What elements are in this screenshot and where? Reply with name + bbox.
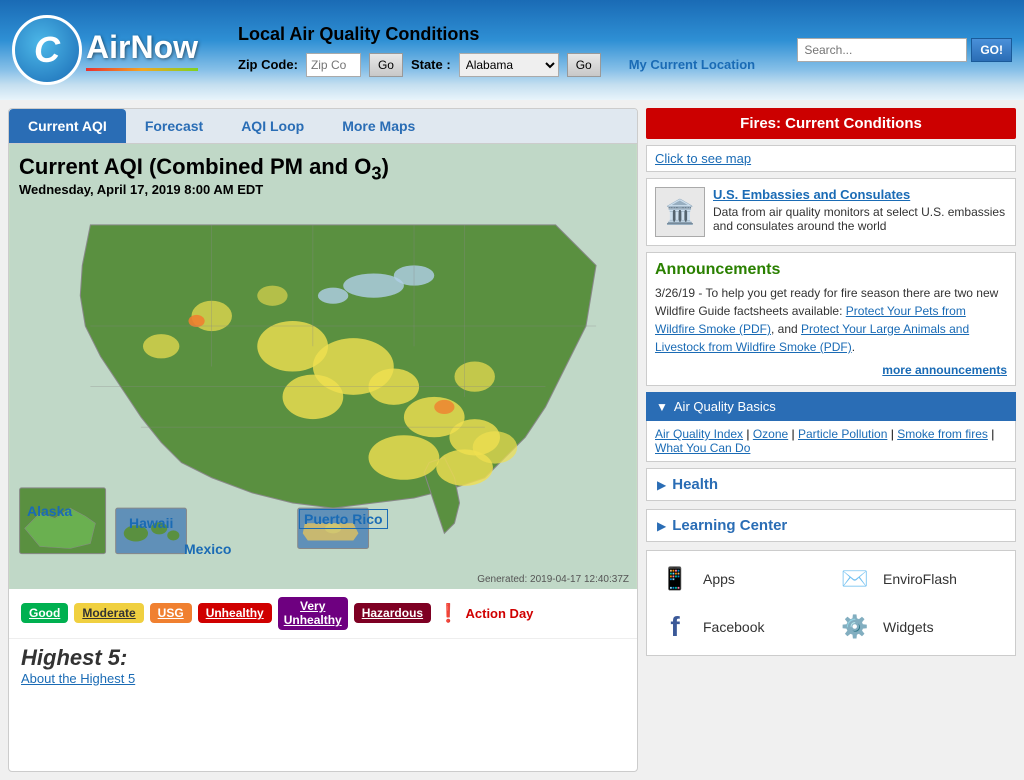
announcements-box: Announcements 3/26/19 - To help you get … [646, 252, 1016, 386]
embassy-desc: Data from air quality monitors at select… [713, 205, 1007, 233]
map-subtitle: Wednesday, April 17, 2019 8:00 AM EDT [19, 182, 263, 197]
enviroflash-item[interactable]: ✉️ EnviroFlash [835, 559, 1007, 599]
embassy-text: U.S. Embassies and Consulates Data from … [713, 187, 1007, 233]
health-collapsible[interactable]: ▶ Health [646, 468, 1016, 501]
aq-link-what[interactable]: What You Can Do [655, 441, 750, 455]
legend-usg[interactable]: USG [150, 603, 192, 623]
embassy-icon: 🏛️ [655, 187, 705, 237]
apps-item[interactable]: 📱 Apps [655, 559, 827, 599]
location-row: Zip Code: Go State : Alabama Alaska Ariz… [238, 53, 797, 77]
learning-center-label: Learning Center [672, 517, 787, 534]
logo-text: AirNow [86, 29, 198, 66]
announcements-text: 3/26/19 - To help you get ready for fire… [655, 284, 1007, 356]
map-generated: Generated: 2019-04-17 12:40:37Z [477, 574, 629, 585]
legend-hazardous[interactable]: Hazardous [354, 603, 431, 623]
aq-link-smoke[interactable]: Smoke from fires [897, 427, 988, 441]
legend-very-unhealthy[interactable]: VeryUnhealthy [278, 597, 348, 630]
page-title: Local Air Quality Conditions [238, 24, 797, 45]
widgets-item[interactable]: ⚙️ Widgets [835, 607, 1007, 647]
legend-moderate[interactable]: Moderate [74, 603, 143, 623]
learning-center-collapsible[interactable]: ▶ Learning Center [646, 509, 1016, 542]
logo-area: C AirNow [12, 15, 198, 85]
tab-current-aqi[interactable]: Current AQI [9, 109, 126, 143]
facebook-label: Facebook [703, 619, 764, 635]
action-day-label: Action Day [466, 606, 534, 621]
action-day-icon: ❗ [437, 603, 459, 624]
fires-box: Fires: Current Conditions [646, 108, 1016, 139]
map-container: Current AQI (Combined PM and O3) Wednesd… [9, 144, 637, 589]
header-center: Local Air Quality Conditions Zip Code: G… [238, 24, 797, 77]
fires-link[interactable]: Click to see map [655, 151, 751, 166]
logo-c-letter: C [34, 29, 60, 71]
tab-aqi-loop[interactable]: AQI Loop [222, 109, 323, 143]
facebook-icon: f [655, 607, 695, 647]
legend-row: Good Moderate USG Unhealthy VeryUnhealth… [9, 589, 637, 638]
mexico-label: Mexico [184, 541, 231, 557]
aq-link-index[interactable]: Air Quality Index [655, 427, 743, 441]
tab-more-maps[interactable]: More Maps [323, 109, 434, 143]
embassy-box: 🏛️ U.S. Embassies and Consulates Data fr… [646, 178, 1016, 246]
header-right: GO! [797, 38, 1012, 62]
highest-section: Highest 5: About the Highest 5 [9, 638, 637, 692]
bottom-icons: 📱 Apps ✉️ EnviroFlash f Facebook ⚙️ Widg… [646, 550, 1016, 656]
search-go-button[interactable]: GO! [971, 38, 1012, 62]
announcements-title: Announcements [655, 261, 1007, 279]
fires-link-row: Click to see map [646, 145, 1016, 172]
search-input[interactable] [797, 38, 967, 62]
aq-link-particle[interactable]: Particle Pollution [798, 427, 887, 441]
map-title: Current AQI (Combined PM and O3) [19, 154, 389, 184]
legend-unhealthy[interactable]: Unhealthy [198, 603, 272, 623]
embassy-link[interactable]: U.S. Embassies and Consulates [713, 187, 910, 202]
aq-basics-title: Air Quality Basics [674, 399, 776, 414]
zip-go-button[interactable]: Go [369, 53, 403, 77]
health-label: Health [672, 476, 718, 493]
right-panel: Fires: Current Conditions Click to see m… [646, 108, 1016, 772]
apps-icon: 📱 [655, 559, 695, 599]
tabs-bar: Current AQI Forecast AQI Loop More Maps [9, 109, 637, 144]
widgets-label: Widgets [883, 619, 934, 635]
left-panel: Current AQI Forecast AQI Loop More Maps … [8, 108, 638, 772]
health-arrow: ▶ [657, 478, 666, 492]
aq-basics-header[interactable]: ▼ Air Quality Basics [646, 392, 1016, 421]
state-go-button[interactable]: Go [567, 53, 601, 77]
zip-input[interactable] [306, 53, 361, 77]
hawaii-label: Hawaii [129, 515, 173, 531]
main-content: Current AQI Forecast AQI Loop More Maps … [0, 100, 1024, 780]
state-select[interactable]: Alabama Alaska Arizona [459, 53, 559, 77]
logo-circle: C [12, 15, 82, 85]
state-label: State : [411, 57, 451, 72]
legend-good[interactable]: Good [21, 603, 68, 623]
aq-basics-arrow: ▼ [656, 400, 668, 414]
more-announcements-link[interactable]: more announcements [882, 363, 1007, 377]
more-announcements: more announcements [655, 362, 1007, 377]
aq-link-ozone[interactable]: Ozone [753, 427, 788, 441]
my-location-link[interactable]: My Current Location [629, 57, 755, 72]
logo-underline [86, 68, 198, 71]
puerto-rico-label: Puerto Rico [299, 509, 388, 529]
tab-forecast[interactable]: Forecast [126, 109, 222, 143]
widgets-icon: ⚙️ [835, 607, 875, 647]
apps-label: Apps [703, 571, 735, 587]
zip-label: Zip Code: [238, 57, 298, 72]
enviroflash-icon: ✉️ [835, 559, 875, 599]
highest-title: Highest 5: [21, 645, 625, 671]
aq-basics-section: ▼ Air Quality Basics Air Quality Index |… [646, 392, 1016, 462]
header: C AirNow Local Air Quality Conditions Zi… [0, 0, 1024, 100]
search-row: GO! [797, 38, 1012, 62]
facebook-item[interactable]: f Facebook [655, 607, 827, 647]
aq-basics-body: Air Quality Index | Ozone | Particle Pol… [646, 421, 1016, 462]
about-highest-link[interactable]: About the Highest 5 [21, 671, 135, 686]
enviroflash-label: EnviroFlash [883, 571, 957, 587]
learning-arrow: ▶ [657, 519, 666, 533]
alaska-label: Alaska [27, 503, 72, 519]
